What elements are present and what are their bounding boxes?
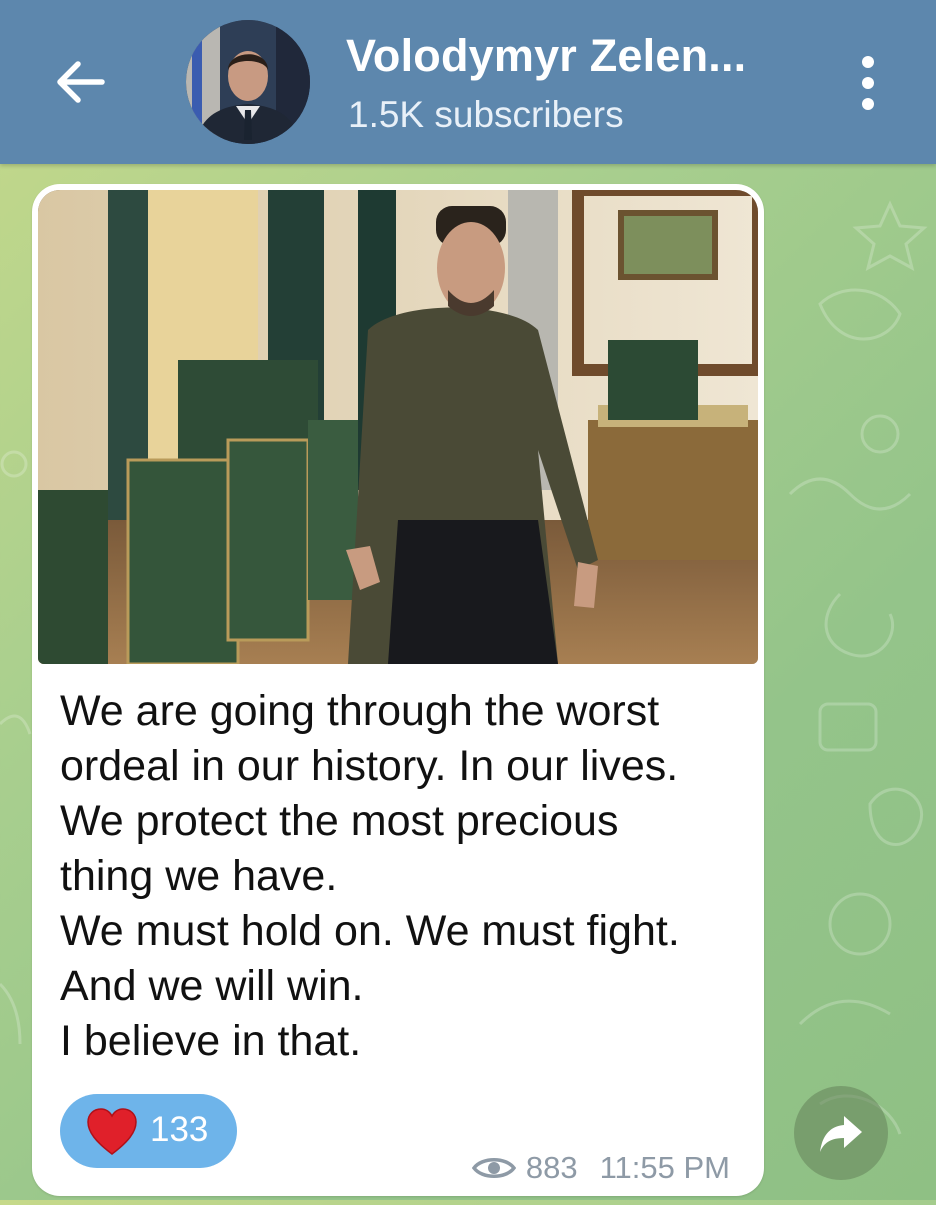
photo-image xyxy=(38,190,758,664)
eye-icon xyxy=(471,1158,516,1178)
message-line: We protect the most precious xyxy=(60,797,619,845)
avatar-portrait xyxy=(186,20,310,144)
share-button[interactable] xyxy=(794,1086,888,1180)
arrow-left-icon xyxy=(57,61,105,103)
more-vertical-icon xyxy=(862,56,874,110)
message-line: thing we have. xyxy=(60,852,338,900)
message-line: I believe in that. xyxy=(60,1017,362,1065)
heart-icon xyxy=(87,1108,137,1155)
reaction-count: 133 xyxy=(150,1110,209,1149)
back-button[interactable] xyxy=(48,50,112,114)
more-menu-button[interactable] xyxy=(848,52,888,114)
message-meta: 883 11:55 PM xyxy=(471,1150,730,1186)
message-text: We are going through the worst ordeal in… xyxy=(60,684,750,1069)
message-line: We are going through the worst xyxy=(60,687,660,735)
view-count: 883 xyxy=(525,1150,578,1185)
message-bubble[interactable]: We are going through the worst ordeal in… xyxy=(32,184,764,1196)
heart-reaction-button[interactable]: 133 xyxy=(60,1094,237,1168)
channel-avatar[interactable] xyxy=(186,20,310,144)
message-photo[interactable] xyxy=(38,190,758,664)
message-line: And we will win. xyxy=(60,962,364,1010)
message-line: We must hold on. We must fight. xyxy=(60,907,680,955)
channel-title[interactable]: Volodymyr Zelen... xyxy=(346,30,746,82)
chat-header: Volodymyr Zelen... 1.5K subscribers xyxy=(0,0,936,164)
subscriber-count: 1.5K subscribers xyxy=(348,94,624,135)
share-arrow-icon xyxy=(820,1116,862,1152)
message-time: 11:55 PM xyxy=(599,1150,730,1185)
message-line: ordeal in our history. In our lives. xyxy=(60,742,679,790)
